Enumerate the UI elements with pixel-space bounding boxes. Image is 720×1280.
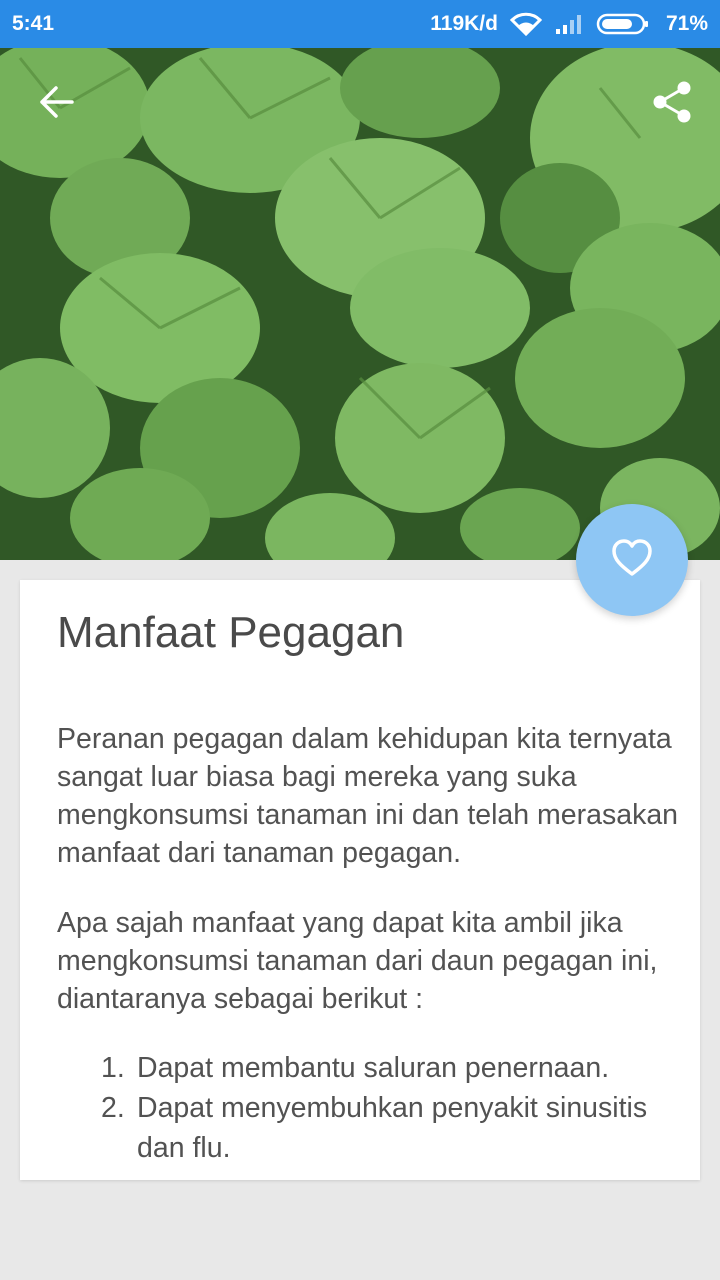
- favorite-button[interactable]: [576, 504, 688, 616]
- battery-percent: 71%: [665, 12, 708, 35]
- list-number: 1.: [101, 1052, 125, 1084]
- battery-icon: [596, 13, 650, 35]
- article-paragraph: Peranan pegagan dalam kehidupan kita ter…: [57, 723, 679, 869]
- benefit-list: 1. Dapat membantu saluran penernaan. 2. …: [57, 1048, 697, 1168]
- article-title: Manfaat Pegagan: [57, 608, 405, 657]
- signal-icon: [554, 13, 584, 35]
- leaves-photo: [0, 48, 720, 560]
- list-text: Dapat menyembuhkan penyakit sinusitis da…: [137, 1092, 648, 1164]
- list-item: 2. Dapat menyembuhkan penyakit sinusitis…: [101, 1088, 697, 1168]
- status-icons: 119K/d 71%: [430, 12, 708, 36]
- arrow-left-icon: [38, 85, 74, 123]
- hero-image: [0, 48, 720, 560]
- list-item: 1. Dapat membantu saluran penernaan.: [101, 1048, 697, 1088]
- article-paragraph: Apa sajah manfaat yang dapat kita ambil …: [57, 907, 658, 1015]
- status-bar: 5:41 119K/d 71%: [0, 0, 720, 48]
- list-text: Dapat membantu saluran penernaan.: [137, 1052, 610, 1084]
- list-number: 2.: [101, 1092, 125, 1124]
- heart-outline-icon: [610, 538, 654, 583]
- share-button[interactable]: [640, 72, 704, 136]
- share-icon: [652, 80, 692, 129]
- network-speed: 119K/d: [430, 12, 498, 35]
- wifi-icon: [509, 12, 542, 36]
- article-body: Peranan pegagan dalam kehidupan kita ter…: [57, 720, 697, 1168]
- status-time: 5:41: [12, 12, 55, 35]
- article-card: Manfaat Pegagan Peranan pegagan dalam ke…: [20, 580, 700, 1180]
- back-button[interactable]: [24, 72, 88, 136]
